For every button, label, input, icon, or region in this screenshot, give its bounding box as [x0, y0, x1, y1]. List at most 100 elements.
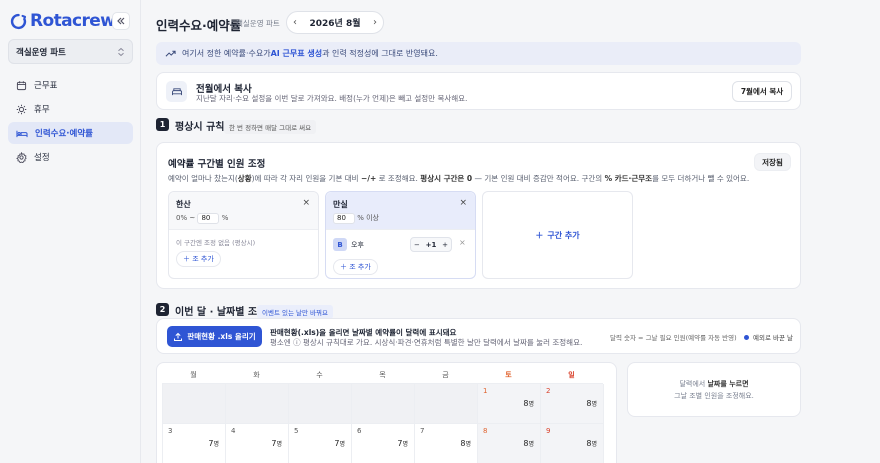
- day-staff-unit: 명: [276, 441, 282, 448]
- hint-card: 달력에서 날짜를 누르면 그날 조별 인원을 조정해요.: [627, 362, 801, 417]
- calendar-cell-empty: [415, 384, 478, 424]
- calendar-day[interactable]: 3 7명: [163, 424, 226, 463]
- month-navigator: ‹ 2026년 8월 ›: [286, 11, 384, 34]
- rules-desc-text: 로 조정해요.: [376, 174, 421, 183]
- shift-name: 오후: [351, 241, 364, 249]
- close-icon[interactable]: ×: [302, 198, 310, 208]
- section-chip: 이벤트 있는 날만 바꿔요: [257, 305, 333, 319]
- copy-card-icon: [166, 81, 187, 102]
- calendar-day[interactable]: 6 7명: [352, 424, 415, 463]
- day-staff-unit: 명: [528, 441, 534, 448]
- day-staff-unit: 명: [465, 441, 471, 448]
- close-icon[interactable]: ×: [459, 198, 467, 208]
- rules-desc-bold: 상황: [237, 174, 252, 183]
- calendar-day[interactable]: 1 8명: [478, 384, 541, 424]
- calendar-day[interactable]: 4 7명: [226, 424, 289, 463]
- sidebar-item-label: 설정: [34, 153, 50, 163]
- calendar-day[interactable]: 2 8명: [541, 384, 604, 424]
- add-band-button[interactable]: ＋ 구간 추가: [482, 191, 633, 279]
- rules-desc-text: 를 모두 더하거나 뺄 수 있어요.: [652, 174, 750, 183]
- day-staff-unit: 명: [528, 401, 534, 408]
- save-status-button[interactable]: 저장됨: [754, 153, 791, 171]
- banner-text-post: 과 인력 적정성에 그대로 반영돼요.: [322, 49, 438, 58]
- app-logo[interactable]: Rotacrew: [10, 10, 116, 32]
- org-name: 객실운영 파트: [16, 47, 66, 58]
- calendar-cell-empty: [352, 384, 415, 424]
- calendar-day[interactable]: 8 8명: [478, 424, 541, 463]
- add-shift-button[interactable]: ＋ 조 추가: [333, 259, 378, 275]
- legend-exception-label: 예외로 바꾼 날: [753, 334, 794, 342]
- rules-description: 예약이 얼마나 찼는지(상황)에 따라 각 자리 인원을 기본 대비 −/+ 로…: [168, 173, 749, 184]
- day-staff-unit: 명: [339, 441, 345, 448]
- add-shift-label: 조 추가: [192, 255, 214, 263]
- day-number: 3: [168, 427, 173, 435]
- shift-badge: B: [333, 238, 347, 251]
- remove-shift-icon[interactable]: ×: [459, 238, 466, 247]
- calendar-day[interactable]: 5 7명: [289, 424, 352, 463]
- current-month: 2026년 8월: [309, 19, 361, 29]
- band-header: [169, 192, 318, 230]
- sidebar-item-label: 휴무: [34, 105, 50, 115]
- sidebar-item-demand[interactable]: 인력수요·예약률: [8, 122, 133, 144]
- day-number: 9: [546, 427, 551, 435]
- calendar: 월 화 수 목 금 토 일 1 8명 2 8명 3 7명 4 7명 5 7명 6…: [156, 362, 617, 463]
- day-number: 7: [420, 427, 425, 435]
- collapse-sidebar-button[interactable]: [112, 12, 130, 30]
- day-number: 8: [483, 427, 488, 435]
- gear-icon: [16, 151, 27, 163]
- upload-description: 평소엔 ⓘ 평상시 규칙대로 가요. 시상식·파견·연휴처럼 특별한 날만 달력…: [270, 338, 583, 347]
- calendar-grid: 1 8명 2 8명 3 7명 4 7명 5 7명 6 7명 7 8명 8 8명 …: [162, 383, 604, 463]
- band-card: 한산 × 0% ~ 80 % 이 구간엔 조정 없음 (평상시) ＋ 조 추가: [168, 191, 319, 279]
- section-chip: 한 번 정하면 매달 그대로 써요: [224, 120, 317, 134]
- band-unit: % 이상: [357, 214, 379, 222]
- rules-desc-text: — 기본 인원 대비 증감만 적어요. 구간의: [472, 174, 605, 183]
- org-selector[interactable]: 객실운영 파트: [8, 39, 133, 64]
- prev-month-button[interactable]: ‹: [293, 17, 297, 28]
- copy-from-previous-button[interactable]: 7월에서 복사: [732, 81, 792, 102]
- band-name: 한산: [176, 200, 191, 209]
- band-range: 80 % 이상: [333, 213, 379, 224]
- band-from-input[interactable]: 80: [333, 213, 355, 224]
- rules-title: 예약률 구간별 인원 조정: [168, 159, 266, 170]
- bed-icon: [16, 130, 28, 137]
- main-content: 인력수요·예약률 객실운영 파트 ‹ 2026년 8월 › 여기서 정한 예약률…: [141, 0, 880, 463]
- increment-button[interactable]: +: [442, 241, 448, 249]
- calendar-day[interactable]: 9 8명: [541, 424, 604, 463]
- copy-card: 전월에서 복사 지난달 자리·수요 설정을 이번 달로 가져와요. 배정(누가 …: [156, 72, 801, 110]
- page-subtitle: 객실운영 파트: [236, 19, 280, 28]
- band-to-input[interactable]: 80: [197, 213, 220, 224]
- upload-card: 판매현황 .xls 올리기 판매현황(.xls)을 올리면 날짜별 예약률이 달…: [156, 318, 801, 354]
- day-staff: 8명: [523, 399, 534, 408]
- upload-button-label: 판매현황 .xls 올리기: [187, 332, 256, 341]
- sidebar-item-schedule[interactable]: 근무표: [8, 74, 133, 96]
- sidebar-item-settings[interactable]: 설정: [8, 146, 133, 168]
- hint-line-1: 달력에서 날짜를 누르면: [679, 378, 748, 390]
- shift-stepper: − +1 +: [410, 237, 452, 252]
- chevron-updown-icon: [118, 47, 124, 56]
- day-staff-unit: 명: [591, 441, 597, 448]
- section-title: 이번 달 · 날짜별 조정: [175, 307, 267, 318]
- calendar-day[interactable]: 7 8명: [415, 424, 478, 463]
- weekday-header: 일: [568, 371, 575, 379]
- legend-exception: 예외로 바꾼 날: [744, 332, 793, 342]
- sidebar-item-leave[interactable]: 휴무: [8, 98, 133, 120]
- rules-desc-text: )에 따라 각 자리 인원을 기본 대비: [251, 174, 361, 183]
- upload-xls-button[interactable]: 판매현황 .xls 올리기: [167, 326, 262, 347]
- hint-line-2: 그날 조별 인원을 조정해요.: [674, 391, 754, 400]
- band-from: 0%: [176, 214, 188, 222]
- band-range: 0% ~ 80 %: [176, 213, 228, 224]
- add-shift-button[interactable]: ＋ 조 추가: [176, 251, 221, 267]
- band-empty-text: 이 구간엔 조정 없음 (평상시): [176, 239, 256, 247]
- banner-text-pre: 여기서 정한 예약률·수요가: [182, 49, 271, 58]
- day-number: 2: [546, 387, 551, 395]
- upload-icon: [174, 332, 183, 341]
- sidebar: Rotacrew 객실운영 파트 근무표 휴무 인력수요·예약률 설정: [0, 0, 141, 463]
- next-month-button[interactable]: ›: [373, 17, 377, 28]
- weekday-header: 금: [442, 371, 449, 379]
- day-staff: 7명: [208, 439, 219, 448]
- day-staff: 7명: [271, 439, 282, 448]
- band-card: 만실 × 80 % 이상 B 오후 − +1 + × ＋ 조 추가: [325, 191, 476, 279]
- decrement-button[interactable]: −: [414, 241, 420, 249]
- legend-note: 달력 숫자 = 그날 필요 인원(예약률 자동 반영): [610, 334, 737, 342]
- sidebar-item-label: 인력수요·예약률: [35, 129, 93, 139]
